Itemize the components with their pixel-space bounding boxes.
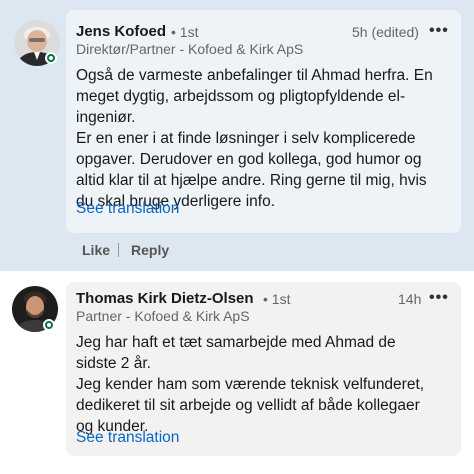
comment-author-headline: Partner - Kofoed & Kirk ApS [76, 308, 250, 324]
connection-degree: • 1st [263, 291, 291, 307]
comment-line: Jeg kender ham som værende teknisk velfu… [76, 376, 425, 393]
comment-bubble: Thomas Kirk Dietz-Olsen • 1st Partner - … [66, 282, 461, 456]
comment-line: meget dygtig, arbejdssom og pligtopfylde… [76, 88, 406, 105]
comment-line: Også de varmeste anbefalinger til Ahmad … [76, 67, 433, 84]
comment-author-name[interactable]: Jens Kofoed [76, 23, 166, 40]
comment-text: Også de varmeste anbefalinger til Ahmad … [76, 65, 456, 212]
comment-timestamp: 14h [398, 291, 422, 307]
comment-bubble: Jens Kofoed • 1st Direktør/Partner - Kof… [66, 10, 461, 233]
comment-line: altid klar til at hjælpe andre. Ring ger… [76, 172, 427, 189]
online-status-icon [43, 319, 55, 331]
connection-degree: • 1st [171, 24, 199, 40]
comment-jens-kofoed: Jens Kofoed • 1st Direktør/Partner - Kof… [0, 0, 474, 271]
see-translation-link[interactable]: See translation [76, 429, 179, 447]
like-button[interactable]: Like [82, 242, 110, 258]
more-options-icon[interactable]: ••• [429, 22, 449, 40]
comment-author-headline: Direktør/Partner - Kofoed & Kirk ApS [76, 41, 304, 57]
comment-line: opgaver. Derudover en god kollega, god h… [76, 151, 422, 168]
action-divider [118, 243, 119, 257]
more-options-icon[interactable]: ••• [429, 289, 449, 307]
comment-text: Jeg har haft et tæt samarbejde med Ahmad… [76, 332, 456, 437]
comment-line: sidste 2 år. [76, 355, 151, 372]
online-status-icon [45, 52, 57, 64]
see-translation-link[interactable]: See translation [76, 200, 179, 218]
comment-timestamp: 5h (edited) [352, 24, 419, 40]
reply-button[interactable]: Reply [131, 242, 169, 258]
comment-line: Er en ener i at finde løsninger i selv k… [76, 130, 416, 147]
comment-author-name[interactable]: Thomas Kirk Dietz-Olsen [76, 290, 254, 307]
comment-line: dedikeret til sit arbejde og vellidt af … [76, 397, 420, 414]
comment-line: ingeniør. [76, 109, 136, 126]
comment-line: Jeg har haft et tæt samarbejde med Ahmad… [76, 334, 396, 351]
